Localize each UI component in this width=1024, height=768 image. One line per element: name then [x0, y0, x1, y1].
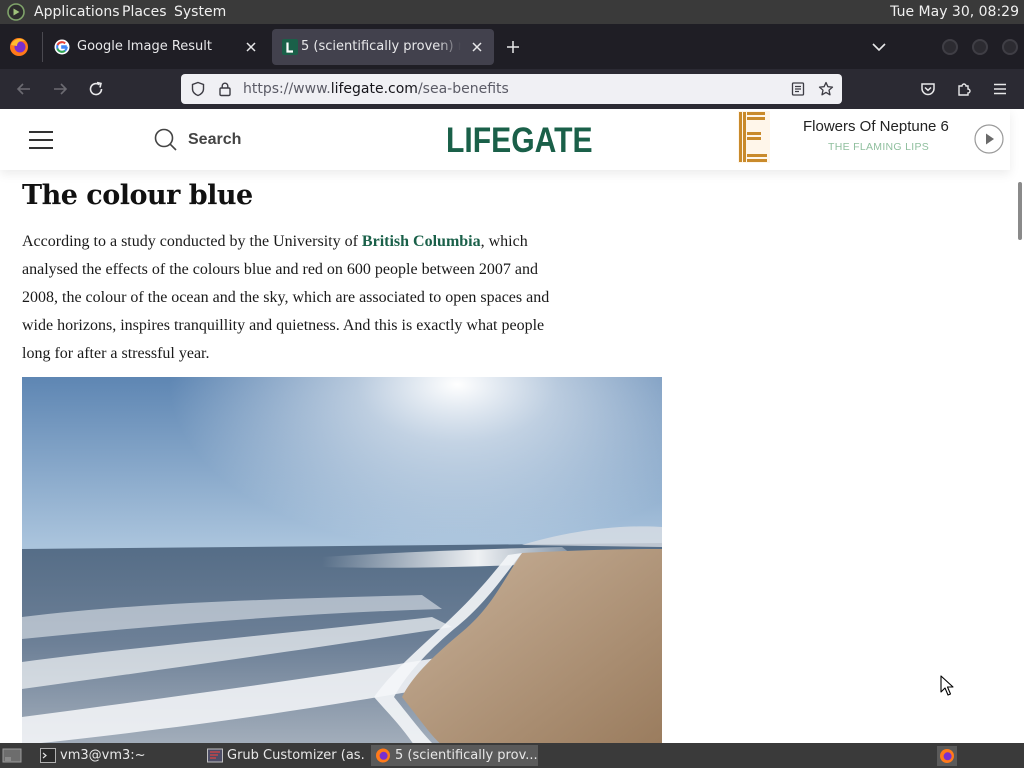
system-menu[interactable]: System: [174, 4, 226, 20]
article-paragraph: According to a study conducted by the Un…: [22, 228, 662, 368]
places-menu[interactable]: Places: [122, 4, 167, 20]
tab-title: Google Image Result: [77, 39, 212, 54]
desktop-taskbar: vm3@vm3:~ Grub Customizer (as... 5 (scie…: [0, 743, 1024, 768]
article-section-heading: The colour blue: [22, 180, 253, 211]
tab-lifegate-sea-benefits[interactable]: 5 (scientifically proven) reasons: [272, 29, 494, 65]
maximize-window-icon[interactable]: [972, 39, 988, 55]
show-desktop-icon[interactable]: [2, 747, 22, 764]
paragraph-line: 2008, the colour of the ocean and the sk…: [22, 289, 550, 306]
search-icon: [154, 128, 177, 151]
pocket-icon[interactable]: [919, 80, 937, 98]
paragraph-text: , which: [480, 233, 528, 250]
taskbar-item-firefox[interactable]: 5 (scientifically prov...: [371, 745, 538, 766]
lock-icon[interactable]: [217, 81, 233, 97]
firefox-icon: [376, 748, 390, 763]
extensions-puzzle-icon[interactable]: [955, 80, 973, 98]
beach-sea-photo: [22, 377, 662, 743]
google-g-icon: [54, 39, 70, 55]
new-tab-plus-icon[interactable]: [505, 39, 521, 55]
list-all-tabs-chevron-icon[interactable]: [871, 40, 887, 54]
url-host: lifegate.com: [330, 81, 418, 97]
desktop-top-panel: Applications Places System Tue May 30, 0…: [0, 0, 1024, 24]
firefox-icon: [940, 749, 954, 763]
album-cover-icon[interactable]: [738, 111, 770, 163]
paragraph-line: analysed the effects of the colours blue…: [22, 261, 538, 278]
search-label: Search: [188, 131, 242, 148]
paragraph-line: wide horizons, inspires tranquillity and…: [22, 317, 545, 334]
distro-logo-icon[interactable]: [7, 3, 25, 21]
terminal-icon: [40, 748, 56, 763]
taskbar-item-label: Grub Customizer (as...: [227, 748, 366, 763]
clock[interactable]: Tue May 30, 08:29: [890, 4, 1019, 20]
page-scrollbar[interactable]: [1010, 170, 1024, 743]
close-window-icon[interactable]: [1002, 39, 1018, 55]
close-tab-icon[interactable]: [244, 40, 258, 54]
taskbar-item-grub-customizer[interactable]: Grub Customizer (as...: [203, 745, 366, 766]
grub-customizer-icon: [207, 748, 223, 763]
reload-icon[interactable]: [87, 80, 105, 98]
address-bar[interactable]: https://www.lifegate.com/sea-benefits: [181, 74, 842, 104]
firefox-view-icon[interactable]: [8, 36, 30, 58]
british-columbia-link[interactable]: British Columbia: [362, 233, 481, 250]
reader-view-icon[interactable]: [790, 81, 806, 97]
tab-strip-separator: [42, 32, 43, 62]
forward-arrow-icon[interactable]: [51, 80, 69, 98]
site-header: Search LIFEGATE Flowers Of Neptune 6 THE…: [0, 109, 1010, 170]
browser-nav-bar: https://www.lifegate.com/sea-benefits: [0, 69, 1024, 109]
player-artist[interactable]: THE FLAMING LIPS: [828, 141, 929, 153]
browser-tab-strip: Google Image Result 5 (scientifically pr…: [0, 24, 1024, 69]
page-scrollbar-thumb[interactable]: [1018, 182, 1022, 240]
tray-firefox-icon[interactable]: [937, 746, 957, 766]
taskbar-item-label: vm3@vm3:~: [60, 748, 146, 763]
url-text[interactable]: https://www.lifegate.com/sea-benefits: [243, 81, 509, 97]
app-menu-hamburger-icon[interactable]: [991, 80, 1009, 98]
back-arrow-icon[interactable]: [15, 80, 33, 98]
paragraph-line: long for after a stressful year.: [22, 345, 210, 362]
minimize-window-icon[interactable]: [942, 39, 958, 55]
lifegate-logo[interactable]: LIFEGATE: [446, 121, 593, 161]
site-menu-hamburger-icon[interactable]: [29, 131, 53, 149]
taskbar-item-terminal[interactable]: vm3@vm3:~: [36, 745, 196, 766]
tab-google-image-result[interactable]: Google Image Result: [44, 29, 268, 65]
bookmark-star-icon[interactable]: [818, 81, 834, 97]
tab-title: 5 (scientifically proven) reasons: [301, 39, 461, 54]
lifegate-l-icon: [282, 39, 298, 55]
player-track-title[interactable]: Flowers Of Neptune 6: [803, 118, 949, 135]
tracking-protection-shield-icon[interactable]: [190, 81, 206, 97]
applications-menu[interactable]: Applications: [34, 4, 120, 20]
paragraph-text: According to a study conducted by the Un…: [22, 233, 362, 250]
url-scheme: https://www.: [243, 81, 331, 97]
taskbar-item-label: 5 (scientifically prov...: [395, 748, 538, 763]
url-path: /sea-benefits: [417, 81, 509, 97]
play-icon[interactable]: [974, 124, 1004, 154]
web-content: Search LIFEGATE Flowers Of Neptune 6 THE…: [0, 109, 1024, 743]
mouse-pointer-icon: [940, 675, 954, 696]
close-tab-icon[interactable]: [470, 40, 484, 54]
